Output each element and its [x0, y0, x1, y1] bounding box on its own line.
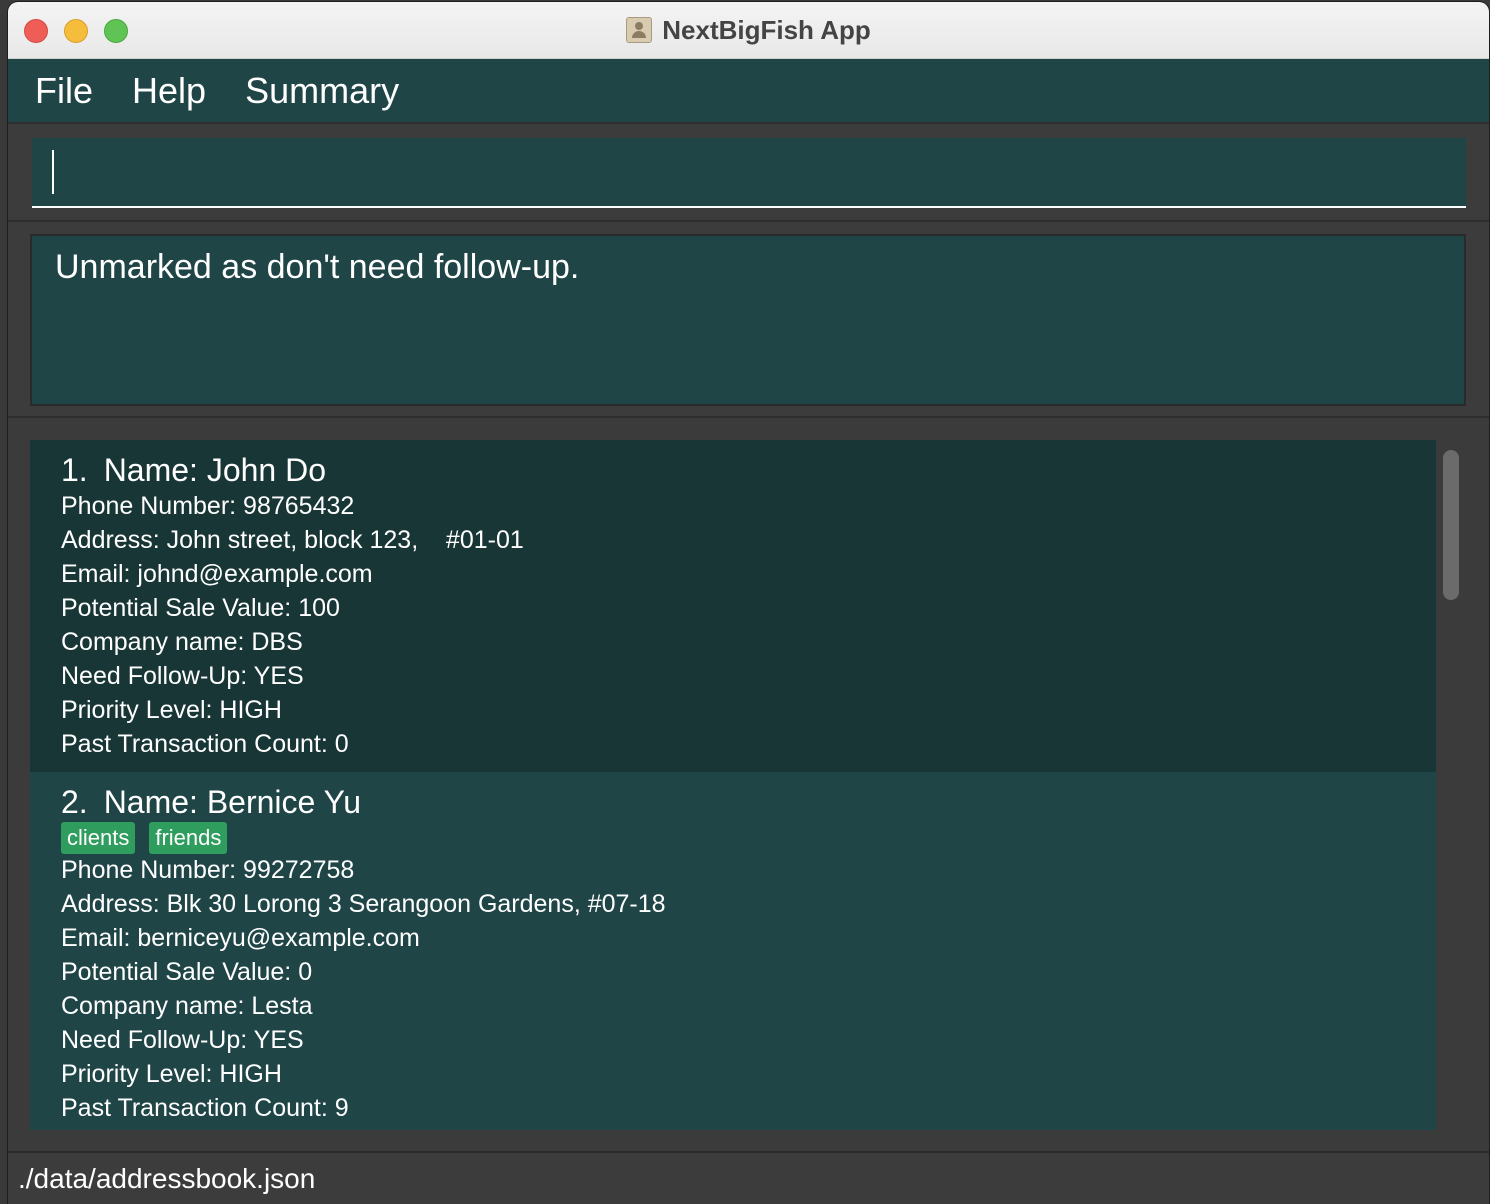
person-name-text: Name: Bernice Yu [103, 784, 362, 820]
scrollbar-thumb[interactable] [1443, 450, 1459, 600]
person-list-section: 1. Name: John Do Phone Number: 98765432 A… [8, 420, 1489, 1150]
person-priority: Priority Level: HIGH [61, 1060, 282, 1088]
person-address: Address: Blk 30 Lorong 3 Serangoon Garde… [61, 890, 666, 918]
person-email: Email: johnd@example.com [61, 560, 373, 588]
person-list-scrollbar[interactable] [1440, 446, 1462, 1136]
person-follow-up: Need Follow-Up: YES [61, 662, 304, 690]
menu-help[interactable]: Help [132, 70, 206, 112]
person-phone: Phone Number: 99272758 [61, 856, 355, 884]
text-caret [52, 150, 54, 194]
person-company: Company name: Lesta [61, 992, 313, 1020]
person-email: Email: berniceyu@example.com [61, 924, 420, 952]
person-address: Address: John street, block 123, #01-01 [61, 526, 524, 554]
app-window: NextBigFish App File Help Summary Unmark… [8, 2, 1489, 1204]
person-tags: clients friends [61, 822, 228, 854]
person-potential-sale-value: Potential Sale Value: 0 [61, 958, 313, 986]
person-index: 2. [61, 784, 88, 820]
person-transaction-count: Past Transaction Count: 9 [61, 1094, 349, 1122]
address-book-icon [626, 17, 653, 43]
person-index: 1. [61, 452, 88, 488]
menu-bar: File Help Summary [8, 59, 1489, 124]
menu-file[interactable]: File [35, 70, 93, 112]
command-box[interactable] [32, 138, 1466, 208]
person-company: Company name: DBS [61, 628, 303, 656]
person-follow-up: Need Follow-Up: YES [61, 1026, 304, 1054]
person-name: 1. Name: John Do [61, 452, 326, 489]
person-card-selected[interactable]: 1. Name: John Do Phone Number: 98765432 A… [30, 440, 1436, 772]
tag-friends: friends [149, 822, 228, 854]
title-group: NextBigFish App [8, 2, 1489, 58]
menu-summary[interactable]: Summary [245, 70, 399, 112]
command-box-section [8, 126, 1489, 218]
person-priority: Priority Level: HIGH [61, 696, 282, 724]
person-card[interactable]: 2. Name: Bernice Yu clients friends Phone… [30, 772, 1436, 1130]
command-input[interactable] [32, 138, 1466, 206]
person-name: 2. Name: Bernice Yu [61, 784, 361, 821]
person-transaction-count: Past Transaction Count: 0 [61, 730, 349, 758]
status-bar: ./data/addressbook.json [8, 1151, 1489, 1204]
person-name-text: Name: John Do [103, 452, 327, 488]
tag-clients: clients [61, 822, 136, 854]
window-title: NextBigFish App [662, 14, 871, 45]
save-file-path: ./data/addressbook.json [18, 1162, 316, 1194]
result-display: Unmarked as don't need follow-up. [30, 234, 1466, 406]
result-display-section: Unmarked as don't need follow-up. [8, 220, 1489, 418]
title-bar: NextBigFish App [8, 2, 1489, 59]
person-list[interactable]: 1. Name: John Do Phone Number: 98765432 A… [30, 440, 1436, 1130]
person-phone: Phone Number: 98765432 [61, 492, 355, 520]
person-potential-sale-value: Potential Sale Value: 100 [61, 594, 340, 622]
result-message: Unmarked as don't need follow-up. [55, 248, 580, 286]
